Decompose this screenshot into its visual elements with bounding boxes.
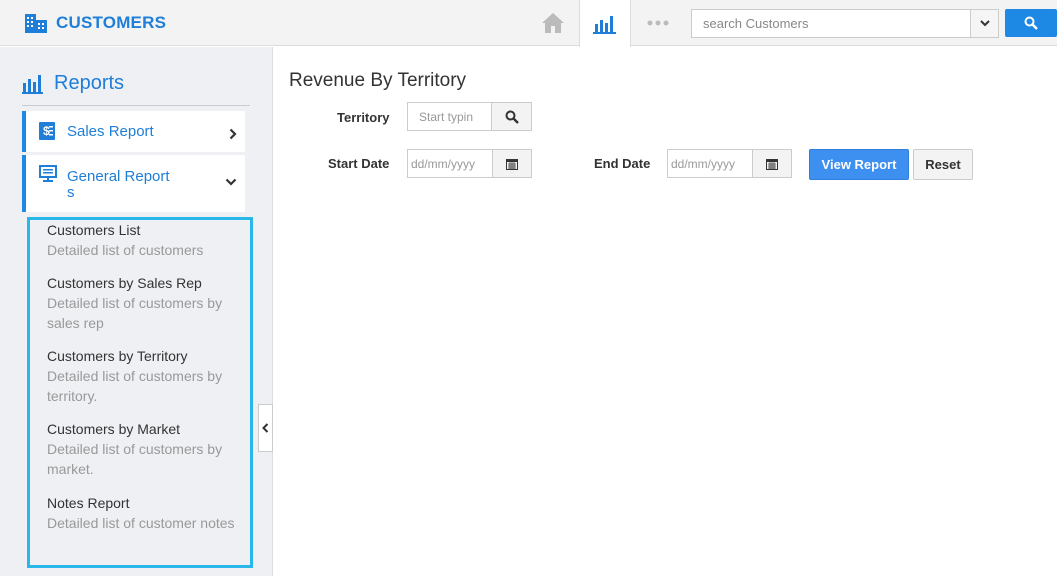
submenu-item-title: Customers by Sales Rep [47, 275, 202, 291]
search-icon [505, 110, 519, 124]
sidebar-item-label: General Report s [67, 169, 170, 201]
search-input[interactable] [692, 10, 970, 37]
sidebar-heading: Reports [22, 71, 250, 106]
end-date-input[interactable] [668, 150, 752, 177]
chevron-down-icon [979, 20, 990, 27]
view-report-button[interactable]: View Report [809, 149, 909, 180]
start-date-picker-button[interactable] [492, 150, 531, 177]
home-button[interactable] [536, 0, 570, 46]
calendar-icon [766, 158, 778, 170]
start-date-label: Start Date [328, 156, 390, 171]
submenu-item-customers-by-sales-rep[interactable]: Customers by Sales Rep Detailed list of … [47, 273, 247, 333]
search-icon [1024, 16, 1038, 30]
calendar-icon [506, 158, 518, 170]
start-date-field [407, 149, 532, 178]
bar-chart-icon [22, 75, 43, 94]
submenu-item-title: Notes Report [47, 495, 130, 511]
more-button[interactable] [640, 0, 676, 46]
reset-button[interactable]: Reset [913, 149, 973, 180]
search-box [691, 9, 999, 38]
chevron-right-icon [229, 128, 237, 140]
svg-text:$: $ [43, 124, 50, 138]
sidebar-item-label: Sales Report [67, 123, 154, 140]
more-dots-icon [647, 20, 669, 26]
territory-field [407, 102, 532, 131]
sidebar: Reports $ Sales Report General Report s … [0, 47, 273, 576]
territory-label: Territory [337, 110, 390, 125]
submenu-item-customers-list[interactable]: Customers List Detailed list of customer… [47, 220, 247, 260]
submenu-item-title: Customers List [47, 222, 141, 238]
search-filter-dropdown[interactable] [970, 10, 998, 37]
sidebar-title: Reports [54, 72, 125, 94]
page-title: Revenue By Territory [289, 70, 467, 91]
submenu-item-desc: Detailed list of customers by [47, 441, 223, 457]
start-date-input[interactable] [408, 150, 492, 177]
building-icon [25, 14, 47, 33]
top-bar: CUSTOMERS [0, 0, 1057, 47]
submenu-item-customers-by-market[interactable]: Customers by Market Detailed list of cus… [47, 419, 247, 479]
sidebar-item-sales-report[interactable]: $ Sales Report [22, 111, 245, 152]
app-title: CUSTOMERS [56, 13, 167, 32]
app-brand[interactable]: CUSTOMERS [24, 11, 166, 35]
reports-tab[interactable] [579, 0, 631, 47]
general-reports-submenu: Customers List Detailed list of customer… [27, 217, 253, 568]
territory-search-button[interactable] [491, 103, 531, 130]
monitor-icon [39, 165, 57, 182]
submenu-item-desc: Detailed list of customer notes [47, 515, 235, 531]
sidebar-collapse-toggle[interactable] [258, 404, 273, 452]
submenu-item-desc: Detailed list of customers [47, 242, 204, 258]
submenu-item-notes-report[interactable]: Notes Report Detailed list of customer n… [47, 493, 257, 533]
dollar-doc-icon: $ [39, 122, 55, 140]
submenu-item-desc: sales rep [47, 315, 104, 331]
label-line: General Report [67, 168, 170, 185]
submenu-item-title: Customers by Market [47, 421, 181, 437]
bar-chart-icon [593, 15, 616, 34]
territory-input[interactable] [408, 103, 491, 130]
home-icon [542, 13, 564, 33]
chevron-down-icon [225, 178, 237, 186]
chevron-left-icon [262, 423, 269, 433]
label-line: s [67, 184, 75, 201]
submenu-item-desc: Detailed list of customers by [47, 295, 223, 311]
end-date-picker-button[interactable] [752, 150, 791, 177]
end-date-field [667, 149, 792, 178]
sidebar-item-general-reports[interactable]: General Report s [22, 155, 245, 212]
submenu-item-customers-by-territory[interactable]: Customers by Territory Detailed list of … [47, 346, 247, 406]
submenu-item-desc: Detailed list of customers by [47, 368, 223, 384]
end-date-label: End Date [594, 156, 651, 171]
submenu-item-desc: territory. [47, 388, 98, 404]
search-button[interactable] [1005, 9, 1057, 37]
submenu-item-title: Customers by Territory [47, 348, 188, 364]
submenu-item-desc: market. [47, 461, 94, 477]
